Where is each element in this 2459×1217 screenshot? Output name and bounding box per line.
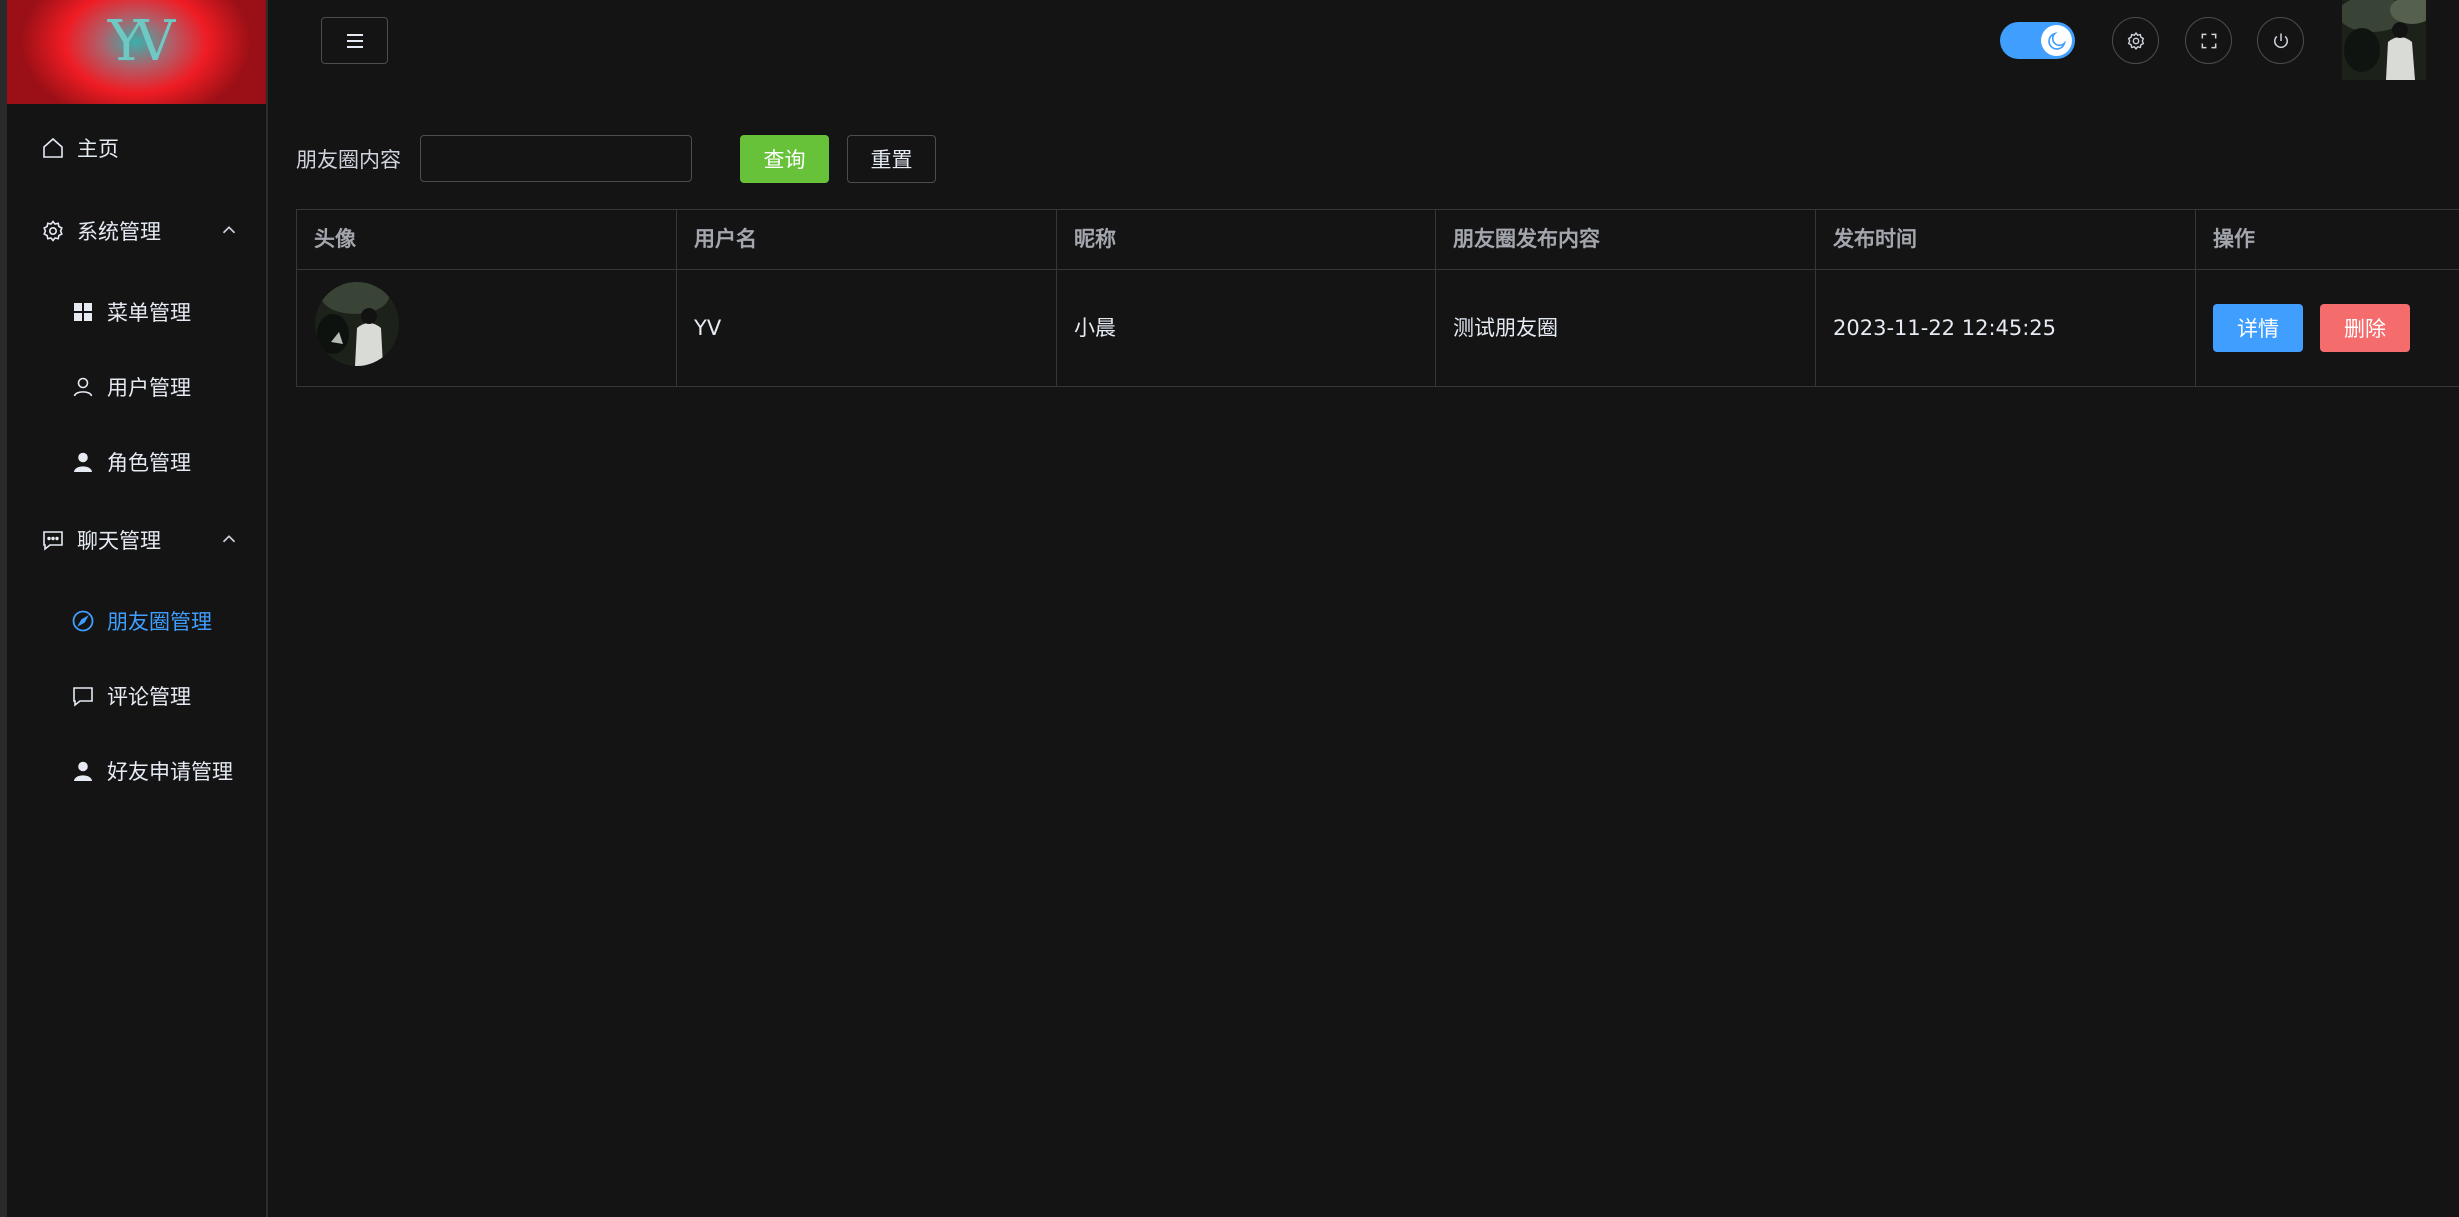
column-header-content: 朋友圈发布内容 — [1436, 210, 1816, 269]
sidebar: YV 主页 系统管理 菜单管理 用户管理 角色管理 聊天管理 朋友圈管理 评论管… — [7, 0, 268, 1217]
nickname-cell: 小晨 — [1057, 270, 1436, 386]
sidebar-item-label: 系统管理 — [77, 220, 161, 244]
logo-text: YV — [107, 9, 175, 74]
logout-button[interactable] — [2257, 17, 2304, 64]
user-avatar[interactable] — [2342, 0, 2426, 80]
home-icon — [43, 137, 63, 158]
column-header-username: 用户名 — [677, 210, 1057, 269]
column-header-nickname: 昵称 — [1057, 210, 1436, 269]
column-header-actions: 操作 — [2213, 227, 2255, 251]
content-cell: 测试朋友圈 — [1436, 270, 1816, 386]
sidebar-item-label: 角色管理 — [107, 451, 191, 475]
comment-icon — [73, 687, 93, 707]
window-edge — [0, 0, 7, 1217]
settings-button[interactable] — [2112, 17, 2159, 64]
sidebar-item-comments[interactable]: 评论管理 — [71, 681, 191, 711]
power-icon — [2273, 33, 2288, 48]
grid-icon — [74, 303, 92, 321]
sidebar-item-users[interactable]: 用户管理 — [71, 372, 191, 402]
time-cell: 2023-11-22 12:45:25 — [1816, 270, 2196, 386]
username-cell: YV — [677, 270, 1057, 386]
sidebar-item-label: 聊天管理 — [77, 529, 161, 553]
hamburger-icon — [346, 33, 363, 48]
sidebar-item-label: 朋友圈管理 — [107, 610, 212, 634]
sidebar-item-friend-requests[interactable]: 好友申请管理 — [71, 756, 233, 786]
fullscreen-button[interactable] — [2185, 17, 2232, 64]
sidebar-item-system[interactable]: 系统管理 — [41, 216, 161, 246]
menu-toggle-button[interactable] — [321, 17, 388, 64]
sidebar-item-moments[interactable]: 朋友圈管理 — [71, 606, 212, 636]
avatar-cell — [297, 270, 677, 386]
user-filled-icon — [74, 761, 92, 781]
gear-icon — [43, 220, 63, 242]
sidebar-item-home[interactable]: 主页 — [41, 133, 119, 163]
sidebar-item-label: 用户管理 — [107, 376, 191, 400]
reset-button[interactable]: 重置 — [847, 135, 936, 183]
column-header-avatar: 头像 — [297, 210, 677, 269]
user-filled-icon — [74, 452, 92, 472]
moon-icon — [2047, 31, 2066, 50]
moments-table: 头像 用户名 昵称 朋友圈发布内容 发布时间 操作 YV 小晨 测试朋友圈 20… — [296, 209, 2459, 387]
sidebar-item-label: 菜单管理 — [107, 301, 191, 325]
sidebar-item-roles[interactable]: 角色管理 — [71, 447, 191, 477]
sidebar-item-label: 好友申请管理 — [107, 760, 233, 784]
chat-icon — [43, 531, 63, 551]
delete-button[interactable]: 删除 — [2320, 304, 2410, 352]
settings-icon — [2127, 31, 2144, 50]
theme-switch-knob — [2041, 25, 2072, 56]
search-label: 朋友圈内容 — [296, 148, 401, 172]
sidebar-item-menus[interactable]: 菜单管理 — [71, 297, 191, 327]
sidebar-item-chat[interactable]: 聊天管理 — [41, 525, 161, 555]
fullscreen-icon — [2201, 33, 2216, 48]
detail-button[interactable]: 详情 — [2213, 304, 2303, 352]
sidebar-item-label: 评论管理 — [107, 685, 191, 709]
sidebar-item-label: 主页 — [77, 137, 119, 161]
chevron-up-icon[interactable] — [218, 219, 240, 241]
compass-icon — [72, 610, 94, 632]
theme-switch[interactable] — [2000, 22, 2075, 59]
content-search-input[interactable] — [420, 135, 692, 182]
table-header: 头像 用户名 昵称 朋友圈发布内容 发布时间 操作 — [297, 210, 2459, 270]
column-header-time: 发布时间 — [1816, 210, 2196, 269]
query-button[interactable]: 查询 — [740, 135, 829, 183]
logo: YV — [7, 0, 266, 104]
user-outline-icon — [73, 377, 93, 397]
chevron-up-icon[interactable] — [218, 528, 240, 550]
row-avatar — [315, 282, 399, 366]
